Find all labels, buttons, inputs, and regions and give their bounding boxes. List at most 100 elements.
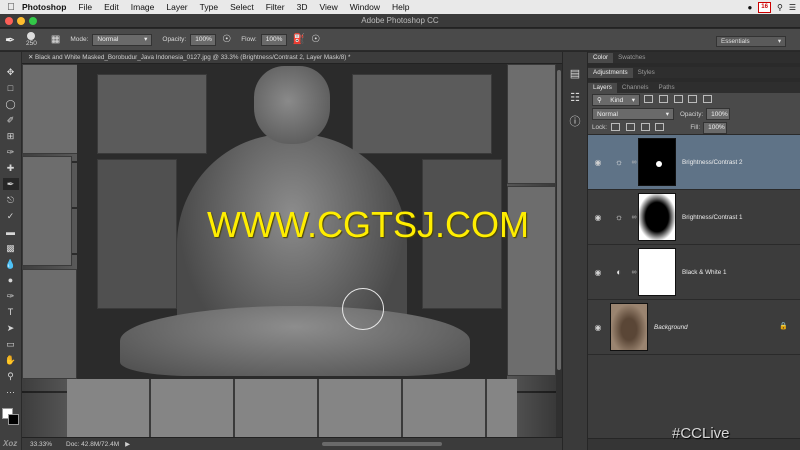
brush-tool-icon[interactable]: ✒ [0,33,20,47]
blend-mode-select[interactable]: Normal ▾ [592,108,674,120]
menu-help[interactable]: Help [392,2,409,12]
quick-select-tool-icon[interactable]: ✐ [3,114,19,126]
lock-pixels-icon[interactable] [625,122,635,131]
tab-adjustments[interactable]: Adjustments [588,68,633,78]
brush-preset-picker[interactable]: 250 [26,32,37,47]
menu-select[interactable]: Select [230,2,254,12]
layer-opacity-field[interactable]: 100% [706,108,731,120]
clone-stamp-tool-icon[interactable]: ⎋ [3,194,19,206]
marquee-tool-icon[interactable]: □ [3,82,19,94]
visibility-eye-icon[interactable]: ◉ [588,213,608,222]
zoom-tool-icon[interactable]: ⚲ [3,370,19,382]
spotlight-icon[interactable]: ⚲ [777,3,783,12]
info-icon[interactable]: ⓘ [567,114,583,130]
tab-styles[interactable]: Styles [633,68,660,78]
menu-type[interactable]: Type [200,2,218,12]
chain-link-icon[interactable]: ∞ [630,159,638,166]
filter-pixel-icon[interactable] [644,95,653,103]
pen-tool-icon[interactable]: ✑ [3,290,19,302]
apple-icon[interactable]:  [0,2,22,13]
brush-panel-icon[interactable]: ▦ [51,34,60,45]
tab-channels[interactable]: Channels [617,83,654,93]
filter-smart-object-icon[interactable] [703,95,712,103]
layer-mask-thumbnail[interactable] [638,138,676,186]
eraser-tool-icon[interactable]: ▬ [3,226,19,238]
layer-mask-thumbnail[interactable] [638,193,676,241]
minimize-window-icon[interactable] [17,17,25,25]
visibility-eye-icon[interactable]: ◉ [588,158,608,167]
visibility-eye-icon[interactable]: ◉ [588,268,608,277]
flow-field[interactable]: 100% [260,33,287,46]
chain-link-icon[interactable]: ∞ [630,269,638,276]
tab-paths[interactable]: Paths [654,83,680,93]
properties-icon[interactable]: ☷ [567,90,583,106]
document-tab[interactable]: ✕ Black and White Masked_Borobudur_Java … [22,52,562,64]
opacity-field[interactable]: 100% [190,33,217,46]
layer-row[interactable]: ◉ ◐ ∞ Black & White 1 [588,245,800,300]
fill-field[interactable]: 100% [703,121,728,134]
zoom-window-icon[interactable] [29,17,37,25]
history-icon[interactable]: ▤ [567,66,583,82]
menu-file[interactable]: File [78,2,92,12]
app-menu[interactable]: Photoshop [22,2,66,12]
airbrush-icon[interactable]: ⛽ [293,34,305,45]
menu-3d[interactable]: 3D [297,2,308,12]
extra-tools-icon[interactable]: ⋯ [3,386,19,398]
menu-image[interactable]: Image [131,2,155,12]
zoom-level[interactable]: 33.33% [22,441,66,448]
tab-color[interactable]: Color [588,53,614,63]
blur-tool-icon[interactable]: 💧 [3,258,19,270]
menu-window[interactable]: Window [350,2,380,12]
menu-filter[interactable]: Filter [266,2,285,12]
lock-position-icon[interactable] [640,122,650,131]
lock-all-icon[interactable] [655,122,665,131]
layer-row[interactable]: ◉ ☼ ∞ Brightness/Contrast 1 [588,190,800,245]
path-select-tool-icon[interactable]: ➤ [3,322,19,334]
hand-tool-icon[interactable]: ✋ [3,354,19,366]
lock-transparent-icon[interactable] [611,122,621,131]
shape-tool-icon[interactable]: ▭ [3,338,19,350]
notification-icon[interactable]: ● [747,3,752,12]
layer-thumbnail[interactable] [610,303,648,351]
calendar-icon[interactable]: 16 [758,1,771,13]
menu-layer[interactable]: Layer [166,2,187,12]
close-window-icon[interactable] [5,17,13,25]
mode-select[interactable]: Normal ▾ [92,33,153,46]
gradient-tool-icon[interactable]: ▩ [3,242,19,254]
chain-link-icon[interactable]: ∞ [630,214,638,221]
filter-kind-select[interactable]: ⚲ Kind ▾ [592,94,640,106]
layer-row[interactable]: ◉ Background 🔒 [588,300,800,355]
menu-list-icon[interactable]: ☰ [789,3,796,12]
document-canvas[interactable]: WWW.CGTSJ.COM [22,64,556,437]
menu-edit[interactable]: Edit [104,2,119,12]
filter-type-icon[interactable] [673,95,683,103]
history-brush-tool-icon[interactable]: ✓ [3,210,19,222]
filter-shape-icon[interactable] [688,95,698,103]
workspace-select[interactable]: Essentials ▾ [716,36,786,47]
layer-row[interactable]: ◉ ☼ ∞ Brightness/Contrast 2 [588,135,800,190]
dodge-tool-icon[interactable]: ● [3,274,19,286]
options-bar: ✒ 250 ▦ Mode: Normal ▾ Opacity: 100% ☉ Fl… [0,29,800,51]
healing-brush-tool-icon[interactable]: ✚ [3,162,19,174]
status-menu-icon[interactable]: ▶ [125,440,130,448]
visibility-eye-icon[interactable]: ◉ [588,323,608,332]
color-swatches[interactable] [1,408,20,426]
move-tool-icon[interactable]: ✥ [3,66,19,78]
horizontal-scrollbar[interactable] [322,442,442,446]
filter-adjustment-icon[interactable] [658,95,668,103]
doc-info[interactable]: Doc: 42.8M/72.4M [66,441,119,448]
close-document-icon[interactable]: ✕ [28,54,33,61]
pressure-size-icon[interactable]: ☉ [311,34,320,45]
crop-tool-icon[interactable]: ⊞ [3,130,19,142]
brush-tool-icon[interactable]: ✒ [2,178,19,190]
tab-layers[interactable]: Layers [588,83,617,93]
scroll-thumb[interactable] [557,70,561,370]
eyedropper-tool-icon[interactable]: ✑ [3,146,19,158]
tab-swatches[interactable]: Swatches [613,53,650,63]
menu-view[interactable]: View [319,2,337,12]
pressure-opacity-icon[interactable]: ☉ [222,34,231,45]
type-tool-icon[interactable]: T [3,306,19,318]
lasso-tool-icon[interactable]: ◯ [3,98,19,110]
background-color[interactable] [7,414,19,425]
layer-mask-thumbnail[interactable] [638,248,676,296]
